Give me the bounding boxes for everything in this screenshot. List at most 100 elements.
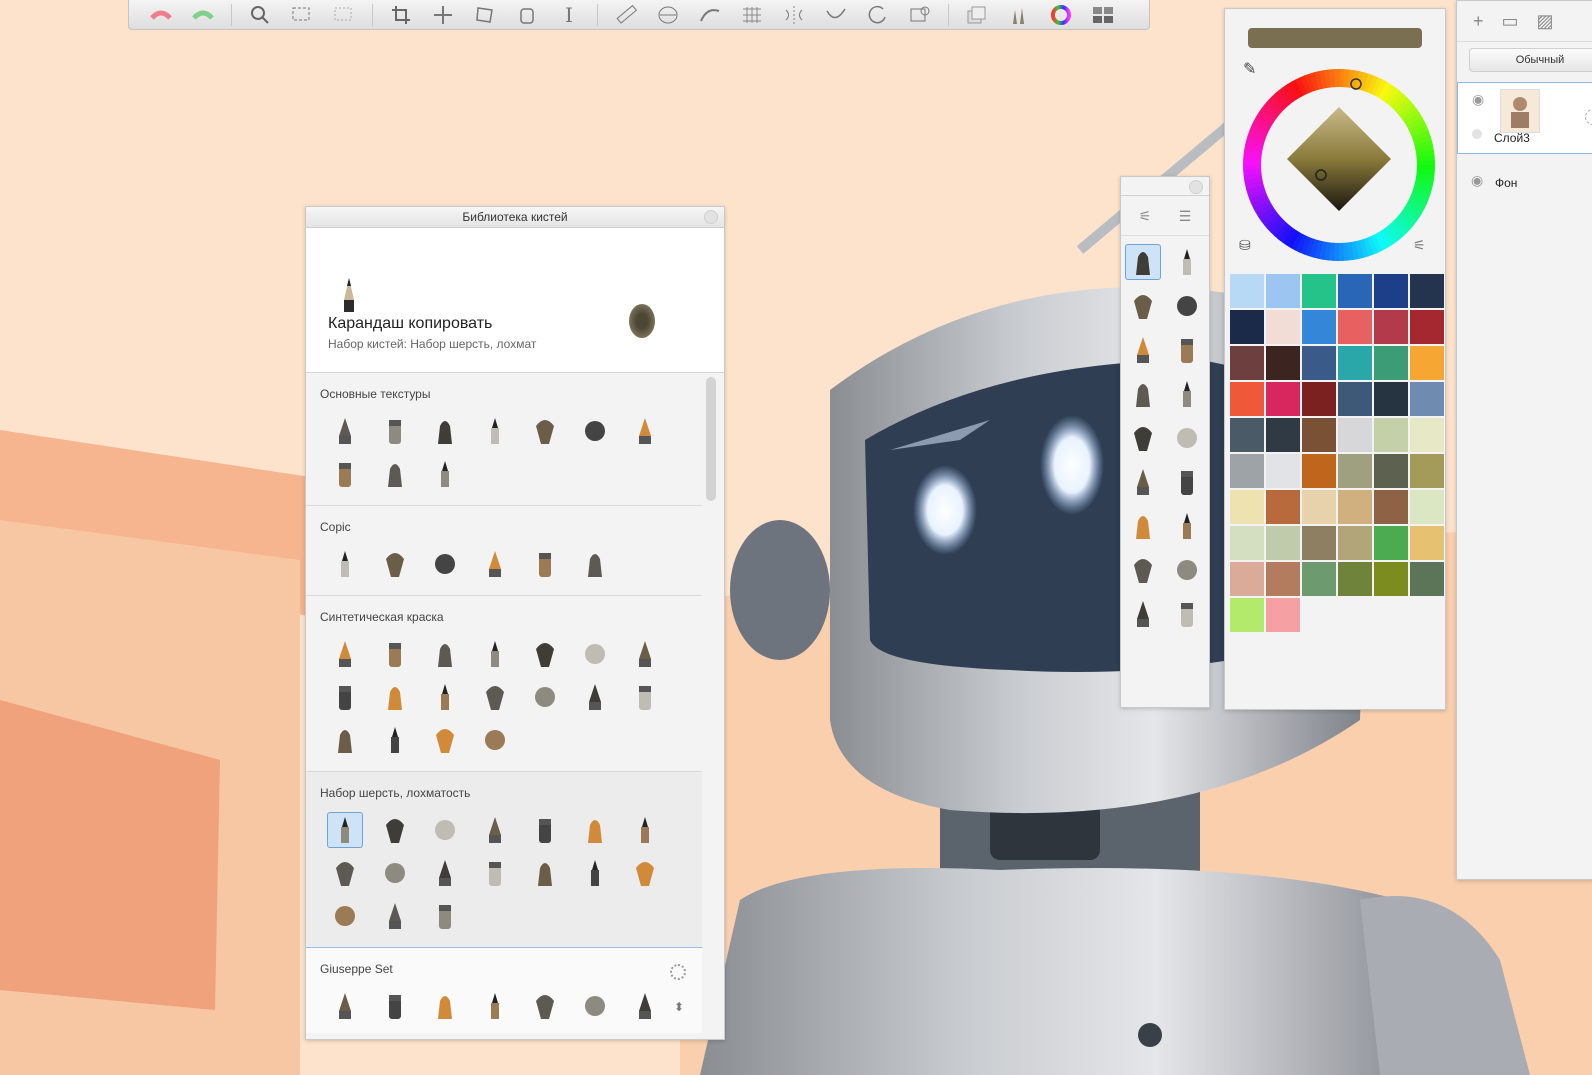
color-swatch[interactable]: [1230, 274, 1264, 308]
symmetry-icon[interactable]: [780, 4, 808, 26]
brush-tip-button[interactable]: [1166, 594, 1208, 634]
brush-tip-button[interactable]: [520, 632, 570, 675]
color-swatch[interactable]: [1230, 562, 1264, 596]
predictive-stroke-icon[interactable]: [864, 4, 892, 26]
brush-settings-icon[interactable]: ⚟: [1139, 208, 1152, 225]
brush-tip-button[interactable]: [1122, 286, 1164, 326]
color-swatch[interactable]: [1374, 418, 1408, 452]
brush-tip-button[interactable]: [570, 632, 620, 675]
close-panel-button[interactable]: [704, 210, 718, 224]
layer-options-dot[interactable]: [1472, 129, 1482, 139]
brush-tip-button[interactable]: [420, 542, 470, 585]
brush-tip-button[interactable]: [520, 808, 570, 851]
ellipse-guide-icon[interactable]: [654, 4, 682, 26]
color-swatch[interactable]: [1230, 598, 1264, 632]
brush-tip-button[interactable]: [370, 984, 420, 1027]
brush-tip-button[interactable]: [1166, 330, 1208, 370]
brush-tip-button[interactable]: [520, 542, 570, 585]
brush-tip-button[interactable]: [370, 851, 420, 894]
brush-tip-button[interactable]: [620, 851, 670, 894]
brush-tip-button[interactable]: [1166, 506, 1208, 546]
brush-tip-button[interactable]: [470, 984, 520, 1027]
close-panel-button[interactable]: [1189, 180, 1203, 194]
brush-tip-button[interactable]: [1166, 418, 1208, 458]
add-image-icon[interactable]: ▨: [1537, 11, 1554, 32]
brush-tip-button[interactable]: [370, 894, 420, 937]
brush-tip-button[interactable]: [370, 542, 420, 585]
color-swatch[interactable]: [1374, 310, 1408, 344]
brush-tip-button[interactable]: [1122, 374, 1164, 414]
brush-tip-button[interactable]: [470, 409, 520, 452]
brush-tip-button[interactable]: [420, 808, 470, 851]
layers-icon[interactable]: [963, 4, 991, 26]
color-swatch[interactable]: [1374, 526, 1408, 560]
color-swatch[interactable]: [1374, 562, 1408, 596]
current-color-swatch[interactable]: [1248, 28, 1422, 48]
brush-tip-button[interactable]: [520, 984, 570, 1027]
color-swatch[interactable]: [1302, 310, 1336, 344]
brush-tip-button[interactable]: [520, 675, 570, 718]
color-swatch[interactable]: [1230, 310, 1264, 344]
brush-tip-button[interactable]: [420, 632, 470, 675]
brush-tip-button[interactable]: [470, 632, 520, 675]
color-swatch[interactable]: [1302, 274, 1336, 308]
french-curve-icon[interactable]: [696, 4, 724, 26]
color-wheel[interactable]: [1239, 65, 1439, 265]
color-swatch[interactable]: [1302, 382, 1336, 416]
brush-tip-button[interactable]: [320, 409, 370, 452]
color-swatch[interactable]: [1374, 346, 1408, 380]
color-swatch[interactable]: [1230, 346, 1264, 380]
brush-tip-button[interactable]: [570, 542, 620, 585]
color-swatch[interactable]: [1338, 454, 1372, 488]
brush-library-icon[interactable]: ☰: [1179, 208, 1192, 225]
brush-tip-button[interactable]: [470, 718, 520, 761]
color-swatch[interactable]: [1338, 526, 1372, 560]
fill-icon[interactable]: [513, 4, 541, 26]
brush-tip-button[interactable]: [420, 851, 470, 894]
color-swatch[interactable]: [1230, 382, 1264, 416]
brush-tip-button[interactable]: [1122, 506, 1164, 546]
color-swatch[interactable]: [1230, 526, 1264, 560]
brush-tip-button[interactable]: [320, 675, 370, 718]
color-swatch[interactable]: [1302, 418, 1336, 452]
color-swatch[interactable]: [1338, 490, 1372, 524]
color-puck-icon[interactable]: ⛁: [1239, 237, 1251, 254]
color-swatch[interactable]: [1230, 418, 1264, 452]
brush-tip-button[interactable]: [1166, 462, 1208, 502]
brush-tip-button[interactable]: [1122, 594, 1164, 634]
brush-tip-button[interactable]: [420, 409, 470, 452]
brush-tip-button[interactable]: [370, 632, 420, 675]
layer-lock-icon[interactable]: [1585, 109, 1592, 125]
color-swatch[interactable]: [1266, 598, 1300, 632]
color-swatch[interactable]: [1266, 562, 1300, 596]
color-wheel-icon[interactable]: [1047, 4, 1075, 26]
color-swatch[interactable]: [1338, 382, 1372, 416]
brush-tip-button[interactable]: [370, 409, 420, 452]
color-swatch[interactable]: [1410, 490, 1444, 524]
brush-tip-button[interactable]: [1122, 462, 1164, 502]
brush-tip-button[interactable]: [470, 675, 520, 718]
brush-tip-button[interactable]: [420, 718, 470, 761]
visibility-eye-icon[interactable]: ◉: [1472, 91, 1484, 108]
saturation-diamond[interactable]: [1287, 107, 1391, 211]
color-swatch[interactable]: [1410, 526, 1444, 560]
color-swatch[interactable]: [1410, 274, 1444, 308]
brush-tip-button[interactable]: [620, 632, 670, 675]
layer-item[interactable]: ◉ Слой3: [1457, 82, 1592, 154]
brush-tip-button[interactable]: [370, 808, 420, 851]
zoom-icon[interactable]: [246, 4, 274, 26]
brush-tip-button[interactable]: [320, 452, 370, 495]
color-swatch[interactable]: [1410, 454, 1444, 488]
color-swatch[interactable]: [1338, 274, 1372, 308]
brush-tip-button[interactable]: [520, 851, 570, 894]
color-swatch[interactable]: [1302, 346, 1336, 380]
color-swatch[interactable]: [1410, 346, 1444, 380]
brush-tip-button[interactable]: [370, 675, 420, 718]
brush-tip-button[interactable]: [320, 851, 370, 894]
color-swatch[interactable]: [1410, 562, 1444, 596]
perspective-grid-icon[interactable]: [738, 4, 766, 26]
color-swatch[interactable]: [1302, 454, 1336, 488]
brush-tip-button[interactable]: [620, 808, 670, 851]
copic-library-icon[interactable]: [1089, 4, 1117, 26]
scrollbar[interactable]: [706, 377, 716, 501]
